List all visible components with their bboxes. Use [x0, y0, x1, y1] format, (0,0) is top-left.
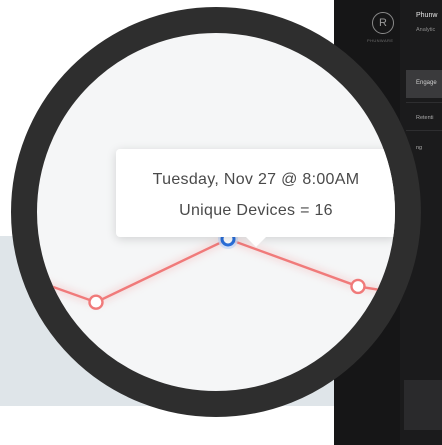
- app-title: Phunw: [416, 12, 438, 19]
- data-tooltip: Tuesday, Nov 27 @ 8:00AM Unique Devices …: [116, 149, 395, 247]
- divider: [406, 102, 442, 103]
- data-point[interactable]: [350, 278, 366, 295]
- series-line-shadow: [37, 235, 395, 306]
- nav-item-other[interactable]: ng: [416, 145, 422, 151]
- app-subtitle: Analytic: [416, 27, 436, 33]
- nav-item-label: Engage: [416, 80, 437, 86]
- tooltip-datetime: Tuesday, Nov 27 @ 8:00AM: [152, 171, 360, 188]
- divider: [406, 130, 442, 131]
- footer-panel: [404, 380, 442, 430]
- phunware-logo-icon[interactable]: R: [372, 12, 394, 34]
- nav-item-retention[interactable]: Retenti: [416, 115, 433, 121]
- data-point[interactable]: [88, 294, 104, 310]
- series-line: [37, 237, 395, 304]
- magnifier-lens: Tuesday, Nov 27 @ 8:00AM Unique Devices …: [11, 7, 421, 417]
- tooltip-metric: Unique Devices = 16: [179, 202, 333, 219]
- nav-item-engage[interactable]: Engage: [406, 70, 442, 98]
